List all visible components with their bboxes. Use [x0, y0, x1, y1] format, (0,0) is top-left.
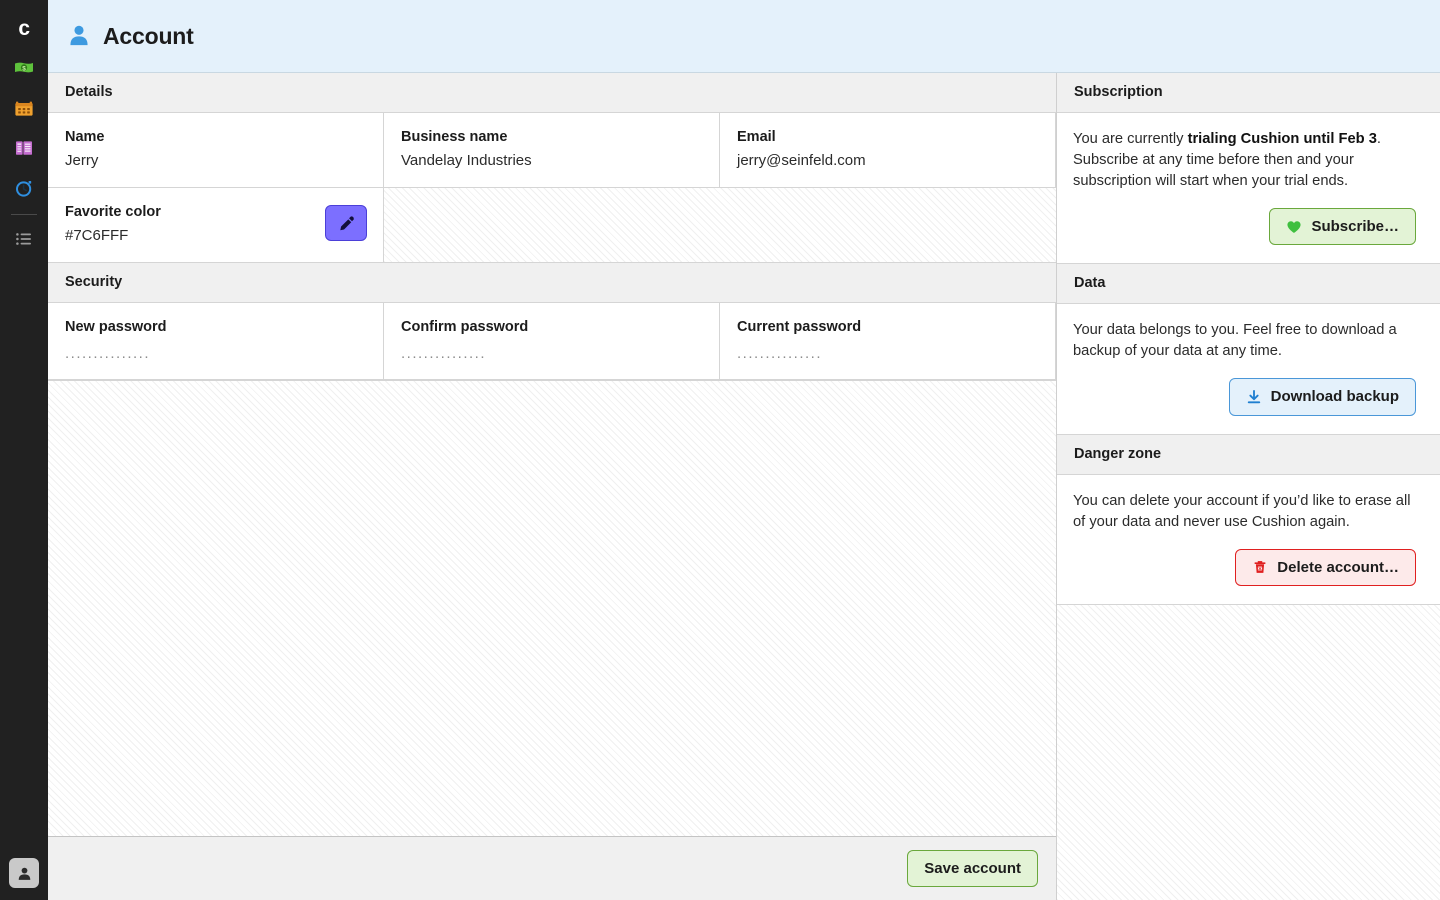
- field-value: Jerry: [65, 152, 99, 169]
- sidebar-item-invoices[interactable]: [0, 128, 48, 168]
- field-label: Current password: [737, 319, 862, 335]
- side-empty-area: [1057, 604, 1440, 900]
- field-current-password[interactable]: Current password ...............: [720, 303, 1056, 379]
- subscribe-button[interactable]: Subscribe…: [1269, 208, 1416, 246]
- side-panel: Subscription You are currently trialing …: [1057, 73, 1440, 900]
- field-name[interactable]: Name Jerry: [48, 113, 384, 187]
- svg-text:$: $: [22, 65, 26, 72]
- field-label: Business name: [401, 129, 508, 145]
- data-actions: Download backup: [1073, 378, 1416, 416]
- page-title: Account: [103, 22, 194, 49]
- save-account-button[interactable]: Save account: [907, 849, 1038, 888]
- field-label: New password: [65, 319, 167, 335]
- data-text: Your data belongs to you. Feel free to d…: [1073, 322, 1397, 360]
- danger-body: You can delete your account if you’d lik…: [1057, 474, 1440, 605]
- content-columns: Details Name Jerry Business name Vandela…: [48, 73, 1440, 900]
- main-panel: Details Name Jerry Business name Vandela…: [48, 73, 1057, 900]
- sidebar-item-money[interactable]: $: [0, 48, 48, 88]
- details-empty-cell: [384, 188, 1056, 262]
- heart-icon: [1286, 219, 1302, 235]
- sidebar-divider: [11, 214, 37, 215]
- subscription-text: You are currently trialing Cushion until…: [1073, 129, 1416, 192]
- field-value: Vandelay Industries: [401, 152, 532, 169]
- subscription-actions: Subscribe…: [1073, 208, 1416, 246]
- field-label: Confirm password: [401, 319, 529, 335]
- subscription-text-before: You are currently: [1073, 131, 1188, 147]
- sidebar-item-timer[interactable]: [0, 168, 48, 208]
- data-body: Your data belongs to you. Feel free to d…: [1057, 304, 1440, 435]
- footer-bar: Save account: [48, 836, 1056, 900]
- page: Account Details Name Jerry Business name…: [48, 0, 1440, 900]
- person-icon: [66, 23, 92, 49]
- section-header-danger-zone: Danger zone: [1057, 434, 1440, 475]
- details-row-2: Favorite color #7C6FFF: [48, 188, 1056, 263]
- main-scroll: Details Name Jerry Business name Vandela…: [48, 73, 1056, 836]
- delete-account-button[interactable]: Delete account…: [1235, 548, 1416, 586]
- field-value: ...............: [401, 345, 487, 362]
- section-header-security: Security: [48, 263, 1056, 303]
- field-value: ...............: [65, 345, 151, 362]
- danger-text: You can delete your account if you’d lik…: [1073, 492, 1411, 530]
- app-root: c $ Account Details Name Jerry Business …: [0, 0, 1440, 900]
- eyedropper-icon: [337, 214, 356, 233]
- person-icon: [18, 867, 30, 880]
- details-row-1: Name Jerry Business name Vandelay Indust…: [48, 113, 1056, 188]
- app-logo[interactable]: c: [0, 10, 48, 48]
- field-value: jerry@seinfeld.com: [737, 152, 866, 169]
- money-icon: $: [14, 58, 34, 78]
- field-new-password[interactable]: New password ...............: [48, 303, 384, 379]
- sidebar-item-list[interactable]: [0, 219, 48, 259]
- section-header-data: Data: [1057, 264, 1440, 305]
- field-confirm-password[interactable]: Confirm password ...............: [384, 303, 720, 379]
- field-value: #7C6FFF: [65, 227, 129, 244]
- download-backup-button[interactable]: Download backup: [1228, 378, 1416, 416]
- page-header: Account: [48, 0, 1440, 73]
- field-favorite-color[interactable]: Favorite color #7C6FFF: [48, 188, 384, 262]
- field-email[interactable]: Email jerry@seinfeld.com: [720, 113, 1056, 187]
- field-label: Email: [737, 129, 776, 145]
- sidebar: c $: [0, 0, 48, 900]
- delete-account-button-label: Delete account…: [1277, 558, 1399, 576]
- timer-icon: [14, 178, 34, 198]
- section-header-details: Details: [48, 73, 1056, 113]
- security-row-1: New password ............... Confirm pas…: [48, 303, 1056, 380]
- download-backup-button-label: Download backup: [1270, 388, 1399, 406]
- download-icon: [1246, 389, 1262, 405]
- invoice-icon: [14, 138, 34, 158]
- calendar-icon: [14, 98, 34, 118]
- section-header-subscription: Subscription: [1057, 73, 1440, 113]
- main-empty-area: [48, 380, 1056, 836]
- field-business-name[interactable]: Business name Vandelay Industries: [384, 113, 720, 187]
- field-value: ...............: [737, 345, 823, 362]
- danger-actions: Delete account…: [1073, 548, 1416, 586]
- list-icon: [14, 229, 34, 249]
- color-picker-button[interactable]: [325, 205, 367, 241]
- field-label: Name: [65, 129, 105, 145]
- trash-icon: [1252, 559, 1268, 575]
- subscribe-button-label: Subscribe…: [1311, 218, 1399, 235]
- field-label: Favorite color: [65, 204, 161, 220]
- sidebar-item-calendar[interactable]: [0, 88, 48, 128]
- avatar[interactable]: [9, 858, 39, 888]
- subscription-body: You are currently trialing Cushion until…: [1057, 113, 1440, 265]
- subscription-text-bold: trialing Cushion until Feb 3: [1187, 131, 1377, 147]
